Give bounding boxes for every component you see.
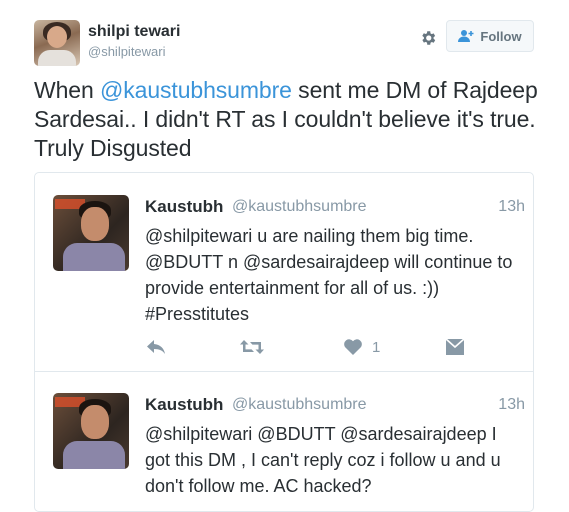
tweet-header: shilpi tewari @shilpitewari Follow xyxy=(34,20,544,66)
heart-icon[interactable]: 1 xyxy=(343,335,380,359)
retweet-icon[interactable] xyxy=(239,335,265,359)
quoted-author-avatar[interactable] xyxy=(53,393,129,469)
author-name[interactable]: shilpi tewari xyxy=(88,23,180,41)
tweet-mention-link[interactable]: @kaustubhsumbre xyxy=(100,77,292,103)
gear-icon[interactable] xyxy=(419,29,437,47)
quoted-author-handle[interactable]: @kaustubhsumbre xyxy=(232,198,367,216)
like-count: 1 xyxy=(372,338,381,356)
quoted-tweet[interactable]: Kaustubh @kaustubhsumbre 13h @shilpitewa… xyxy=(35,173,533,372)
quoted-tweet-text: @shilpitewari @BDUTT @sardesairajdeep I … xyxy=(145,424,501,496)
reply-icon[interactable] xyxy=(145,335,167,359)
tweet-text-before: When xyxy=(34,77,100,103)
follow-button[interactable]: Follow xyxy=(446,20,534,52)
author-avatar[interactable] xyxy=(34,20,80,66)
add-user-icon xyxy=(458,29,474,43)
quoted-author-avatar[interactable] xyxy=(53,195,129,271)
follow-label: Follow xyxy=(480,28,522,44)
quoted-author-name[interactable]: Kaustubh xyxy=(145,395,223,415)
quoted-author-handle[interactable]: @kaustubhsumbre xyxy=(232,396,367,414)
quoted-tweet-text: @shilpitewari u are nailing them big tim… xyxy=(145,226,513,324)
quoted-author-name[interactable]: Kaustubh xyxy=(145,197,223,217)
tweet-text: When @kaustubhsumbre sent me DM of Rajde… xyxy=(34,76,554,163)
quoted-timestamp[interactable]: 13h xyxy=(498,198,525,216)
author-handle[interactable]: @shilpitewari xyxy=(88,44,166,59)
quoted-tweet[interactable]: Kaustubh @kaustubhsumbre 13h @shilpitewa… xyxy=(35,371,533,511)
tweet-actions: 1 xyxy=(145,335,485,359)
envelope-icon[interactable] xyxy=(445,335,465,359)
quoted-timestamp[interactable]: 13h xyxy=(498,396,525,414)
quoted-tweets-card[interactable]: Kaustubh @kaustubhsumbre 13h @shilpitewa… xyxy=(34,172,534,512)
